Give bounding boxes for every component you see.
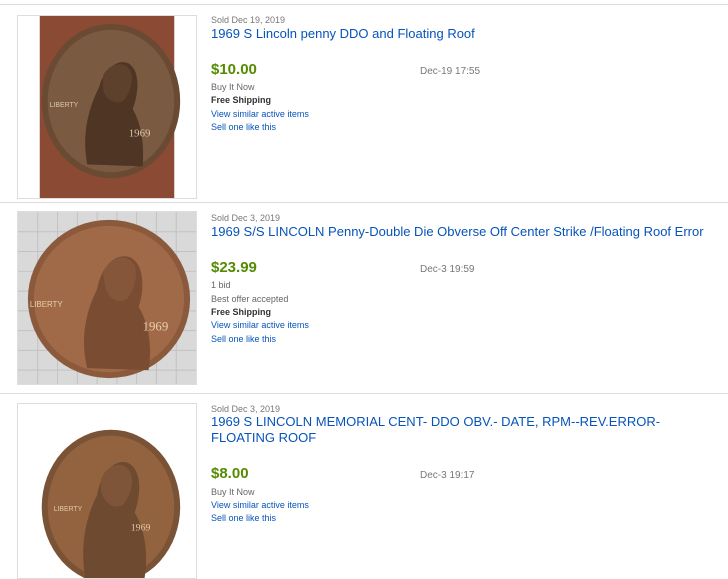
sell-one-link[interactable]: Sell one like this — [211, 122, 276, 132]
shipping-info: Free Shipping — [211, 95, 272, 105]
svg-text:1969: 1969 — [129, 128, 151, 140]
coin-lettering: LIBERTY — [54, 506, 83, 513]
sold-date: Sold Dec 3, 2019 — [211, 404, 281, 414]
coin-image: LIBERTY 1969 — [18, 16, 196, 198]
sold-time: Dec-19 17:55 — [420, 66, 481, 77]
svg-text:1969: 1969 — [143, 320, 169, 334]
purchase-type: Best offer accepted — [211, 294, 289, 304]
listing-thumbnail[interactable]: LIBERTY 1969 — [17, 211, 197, 385]
sold-price: $8.00 — [211, 465, 249, 482]
view-similar-link[interactable]: View similar active items — [211, 500, 309, 510]
listing-title-link[interactable]: 1969 S LINCOLN MEMORIAL CENT- DDO OBV.- … — [211, 414, 726, 446]
coin-lettering: LIBERTY — [30, 300, 63, 309]
purchase-type: Buy It Now — [211, 487, 255, 497]
coin-image: LIBERTY 1969 — [18, 404, 196, 578]
sold-time: Dec-3 19:17 — [420, 470, 475, 481]
listing-item: LIBERTY 1969 Sold Dec 19, 2019 1969 S Li… — [0, 4, 728, 201]
svg-text:1969: 1969 — [131, 523, 151, 534]
sold-date: Sold Dec 19, 2019 — [211, 15, 286, 25]
listing-item: LIBERTY 1969 Sold Dec 3, 2019 1969 S LIN… — [0, 393, 728, 579]
listing-title-link[interactable]: 1969 S Lincoln penny DDO and Floating Ro… — [211, 26, 726, 42]
view-similar-link[interactable]: View similar active items — [211, 109, 309, 119]
view-similar-link[interactable]: View similar active items — [211, 320, 309, 330]
sold-price: $23.99 — [211, 259, 257, 276]
listing-thumbnail[interactable]: LIBERTY 1969 — [17, 15, 197, 199]
sold-price: $10.00 — [211, 61, 257, 78]
coin-lettering: LIBERTY — [50, 102, 79, 109]
sold-date: Sold Dec 3, 2019 — [211, 213, 281, 223]
coin-image: LIBERTY 1969 — [18, 212, 196, 384]
shipping-info: Free Shipping — [211, 307, 272, 317]
bid-count: 1 bid — [211, 280, 231, 290]
listing-item: LIBERTY 1969 Sold Dec 3, 2019 1969 S/S L… — [0, 202, 728, 393]
listing-title-link[interactable]: 1969 S/S LINCOLN Penny-Double Die Obvers… — [211, 224, 726, 240]
listing-thumbnail[interactable]: LIBERTY 1969 — [17, 403, 197, 579]
purchase-type: Buy It Now — [211, 82, 255, 92]
sold-time: Dec-3 19:59 — [420, 264, 475, 275]
sell-one-link[interactable]: Sell one like this — [211, 513, 276, 523]
sell-one-link[interactable]: Sell one like this — [211, 334, 276, 344]
